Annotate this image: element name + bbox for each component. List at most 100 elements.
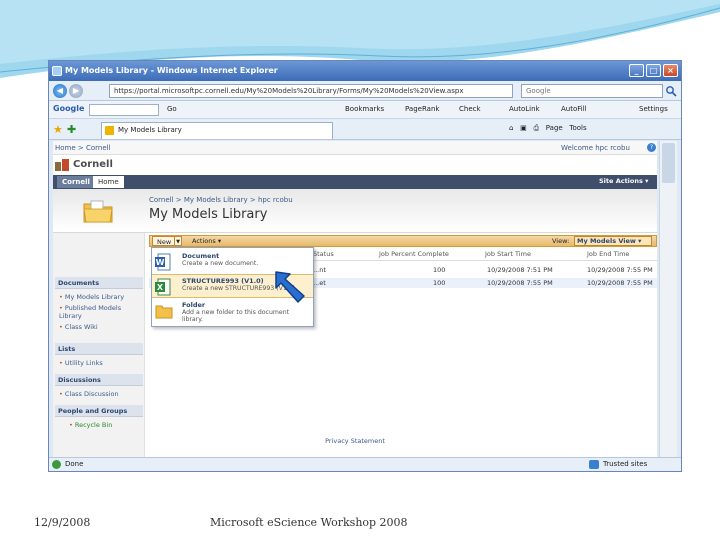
tab-cornell[interactable]: Cornell [57,176,95,188]
ql-people-heading[interactable]: People and Groups [55,405,143,417]
callout-arrow-icon [275,271,305,303]
column-header-percent[interactable]: Job Percent Complete [379,249,449,259]
window-title: My Models Library - Windows Internet Exp… [65,66,278,75]
page-menu[interactable]: Page [546,124,563,132]
google-logo: Google [53,104,85,113]
ql-item-my-models[interactable]: My Models Library [59,293,143,301]
ql-documents-heading[interactable]: Documents [55,277,143,289]
folder-icon [155,305,173,319]
feeds-icon[interactable]: ▣ [520,124,527,132]
privacy-link[interactable]: Privacy Statement [53,437,657,445]
maximize-button[interactable]: □ [646,64,661,77]
ql-item-class-wiki[interactable]: Class Wiki [59,323,143,331]
view-label: View: [552,237,570,245]
cell-status: ...nt [313,266,326,274]
globe-icon [52,460,61,469]
site-actions-label: Site Actions [599,177,643,185]
menu-item-desc: Add a new folder to this document librar… [182,309,290,323]
forward-arrow-icon[interactable]: ▶ [69,84,83,98]
ql-lists-heading[interactable]: Lists [55,343,143,355]
page-title: My Models Library [149,207,268,222]
browser-tab[interactable]: My Models Library [101,122,333,139]
browser-window: My Models Library - Windows Internet Exp… [48,60,682,472]
autofill-button[interactable]: AutoFill [561,105,587,113]
scrollbar-thumb[interactable] [662,143,675,183]
site-title[interactable]: Cornell [73,159,113,170]
check-button[interactable]: Check [459,105,481,113]
google-go-button[interactable]: Go [167,105,177,113]
ql-discussions-heading[interactable]: Discussions [55,374,143,386]
address-bar: ◀ ▶ https://portal.microsoftpc.cornell.e… [49,81,681,101]
menu-item-desc: Create a new document. [182,260,259,267]
quick-launch: Documents My Models Library Published Mo… [53,233,145,457]
tab-label: My Models Library [118,126,182,134]
word-document-icon: W [155,253,171,271]
actions-label: Actions [192,237,216,245]
cell-end: 10/29/2008 7:55 PM [587,266,653,274]
tab-home[interactable]: Home [93,176,124,188]
global-nav: Home > Cornell Welcome hpc rcobu ? [53,141,657,155]
column-header-start[interactable]: Job Start Time [485,249,531,259]
favorites-star-icon[interactable]: ★ [53,123,63,136]
footer-title: Microsoft eScience Workshop 2008 [210,516,408,529]
google-search-input[interactable] [89,104,159,116]
settings-button[interactable]: Settings [639,105,668,113]
minimize-button[interactable]: _ [629,64,644,77]
list-toolbar: New ▼ Actions ▾ View: My Models View ▾ [149,235,657,247]
bookmarks-button[interactable]: Bookmarks [345,105,384,113]
actions-menu[interactable]: Actions ▾ [192,237,221,245]
tab-page-icon [105,126,114,135]
help-icon[interactable]: ? [647,143,656,152]
page-title-area: Cornell > My Models Library > hpc rcobu … [53,189,657,233]
print-icon[interactable]: ⎙ [533,124,539,132]
column-header-status[interactable]: Status [313,249,334,259]
library-breadcrumb[interactable]: Cornell > My Models Library > hpc rcobu [149,196,293,204]
top-nav: Cornell Home Site Actions ▾ [53,175,657,189]
cell-status: ...et [313,279,326,287]
menu-item-title: STRUCTURE993 (V1.0) [182,277,264,285]
ql-item-published-models[interactable]: Published Models Library [59,304,143,320]
svg-text:W: W [156,258,165,267]
view-select[interactable]: My Models View ▾ [574,236,652,246]
vertical-scrollbar[interactable] [659,141,677,457]
cell-start: 10/29/2008 7:55 PM [487,279,553,287]
list-view: New ▼ Actions ▾ View: My Models View ▾ S… [149,235,657,457]
add-favorite-icon[interactable]: ✚ [67,123,76,136]
new-button[interactable]: New [152,236,177,246]
ql-item-utility-links[interactable]: Utility Links [59,359,143,367]
welcome-menu[interactable]: Welcome hpc rcobu [561,144,630,152]
ql-item-class-discussion[interactable]: Class Discussion [59,390,143,398]
ie-icon [52,66,62,76]
autolink-button[interactable]: AutoLink [509,105,540,113]
close-button[interactable]: × [663,64,678,77]
favorites-bar: ★ ✚ My Models Library ⌂ ▣ ⎙ Page Tools [49,119,681,140]
global-breadcrumb[interactable]: Home > Cornell [55,144,111,152]
home-icon[interactable]: ⌂ [509,124,513,132]
document-library-icon [83,200,113,223]
tools-menu[interactable]: Tools [569,124,586,132]
footer-date: 12/9/2008 [34,516,91,529]
back-arrow-icon[interactable]: ◀ [53,84,67,98]
status-zone: Trusted sites [603,460,648,468]
cell-start: 10/29/2008 7:51 PM [487,266,553,274]
site-actions-menu[interactable]: Site Actions ▾ [599,177,648,185]
command-bar: ⌂ ▣ ⎙ Page Tools [509,124,587,133]
slide: My Models Library - Windows Internet Exp… [0,0,720,540]
search-icon[interactable] [665,85,677,97]
title-bar: My Models Library - Windows Internet Exp… [49,61,681,81]
site-title-bar: Cornell [53,155,657,175]
cell-percent: 100 [433,266,446,274]
column-header-end[interactable]: Job End Time [587,249,629,259]
pagerank-button[interactable]: PageRank [405,105,439,113]
menu-item-title: Document [182,252,220,260]
search-input[interactable]: Google [521,84,663,98]
sharepoint-page: Home > Cornell Welcome hpc rcobu ? Corne… [53,141,657,457]
view-select-value: My Models View [577,237,636,245]
google-toolbar: Google Go Bookmarks PageRank Check AutoL… [49,101,681,119]
cell-percent: 100 [433,279,446,287]
url-input[interactable]: https://portal.microsoftpc.cornell.edu/M… [109,84,513,98]
ql-item-recycle-bin[interactable]: Recycle Bin [59,421,143,429]
trusted-sites-icon [589,460,599,469]
svg-text:X: X [157,283,164,292]
new-dropdown-icon[interactable]: ▼ [174,236,182,246]
